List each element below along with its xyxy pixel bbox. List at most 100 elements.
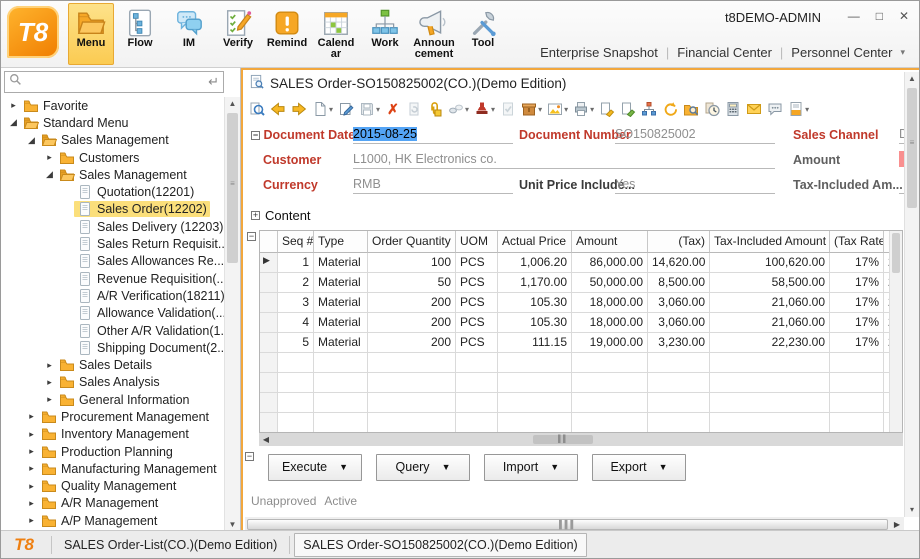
execute-button[interactable]: Execute▼ <box>268 454 362 481</box>
edit-icon[interactable] <box>336 98 356 120</box>
mail-icon[interactable] <box>744 98 764 120</box>
expand-icon[interactable]: + <box>251 211 260 220</box>
grid-cell[interactable]: 105.30 <box>498 313 572 333</box>
chevron-down-icon[interactable]: ▾ <box>538 105 542 114</box>
grid-cell[interactable]: 17% <box>830 273 884 293</box>
scrollbar-thumb[interactable]: ▌▌▌ <box>247 519 888 530</box>
grid-cell[interactable]: 100 <box>368 253 456 273</box>
tree-item[interactable]: Sales Delivery (12203) <box>1 218 224 235</box>
close-icon[interactable]: ✕ <box>899 9 909 23</box>
link-personnel-center[interactable]: Personnel Center <box>791 45 892 60</box>
print-icon[interactable]: ▾ <box>571 98 596 120</box>
top-menu-item-flow[interactable]: Flow <box>117 3 163 65</box>
tree-item[interactable]: Quotation(12201) <box>1 183 224 200</box>
grid-column-header[interactable]: Order Quantity <box>368 231 456 253</box>
tree-item[interactable]: ◢Sales Management <box>1 132 224 149</box>
save-icon[interactable]: ▾ <box>357 98 382 120</box>
top-menu-item-im[interactable]: IM <box>166 3 212 65</box>
scroll-down-icon[interactable]: ▾ <box>905 503 919 517</box>
grid-cell[interactable]: 4 <box>278 313 314 333</box>
grid-cell[interactable]: 50,000.00 <box>572 273 648 293</box>
tree-expander-icon[interactable]: ▸ <box>25 498 38 509</box>
chevron-down-icon[interactable]: ▾ <box>465 105 469 114</box>
tree-item[interactable]: Shipping Document(2... <box>1 339 224 356</box>
tree-item[interactable]: ▸Production Planning <box>1 443 224 460</box>
grid-cell[interactable]: 3,230.00 <box>648 333 710 353</box>
tree-expander-icon[interactable]: ▸ <box>43 360 56 371</box>
export-image-icon[interactable]: ▾ <box>545 98 570 120</box>
grid-cell[interactable]: PCS <box>456 313 498 333</box>
grid-cell[interactable]: 5 <box>278 333 314 353</box>
grid-cell[interactable]: 200 <box>368 293 456 313</box>
table-row[interactable]: 2Material50PCS1,170.0050,000.008,500.005… <box>260 273 889 293</box>
search-input[interactable] <box>26 75 204 89</box>
customer-field[interactable]: L1000, HK Electronics co. <box>353 152 775 169</box>
tree-item[interactable]: ◢Standard Menu <box>1 114 224 131</box>
grid-cell[interactable]: 105.30 <box>498 293 572 313</box>
document-vertical-scrollbar[interactable]: ▲ ≡ ▾ <box>904 72 919 517</box>
top-menu-item-announcement[interactable]: Announcement <box>411 3 457 65</box>
chevron-down-icon[interactable]: ▾ <box>329 105 333 114</box>
sync-icon[interactable] <box>660 98 680 120</box>
grid-cell[interactable]: 3,060.00 <box>648 313 710 333</box>
grid-cell[interactable]: 17% <box>830 333 884 353</box>
tree-item[interactable]: ▸Customers <box>1 149 224 166</box>
grid-cell[interactable]: Material <box>314 293 368 313</box>
grid-column-header[interactable]: Amount <box>572 231 648 253</box>
grid-cell[interactable]: Material <box>314 273 368 293</box>
share-icon[interactable]: ▾ <box>446 98 471 120</box>
table-row[interactable]: ▶1Material100PCS1,006.2086,000.0014,620.… <box>260 253 889 273</box>
table-row[interactable]: 3Material200PCS105.3018,000.003,060.0021… <box>260 293 889 313</box>
tree-expander-icon[interactable]: ▸ <box>25 411 38 422</box>
tree-item[interactable]: Sales Order(12202) <box>1 201 224 218</box>
new-document-icon[interactable]: ▾ <box>310 98 335 120</box>
grid-cell[interactable]: 14,620.00 <box>648 253 710 273</box>
grid-horizontal-scrollbar[interactable]: ◀ ▌▌ <box>259 433 903 446</box>
tree-expander-icon[interactable]: ▸ <box>43 152 56 163</box>
export-button[interactable]: Export▼ <box>592 454 686 481</box>
workflow-icon[interactable] <box>639 98 659 120</box>
grid-cell[interactable]: 21,060.00 <box>710 293 830 313</box>
chevron-down-icon[interactable]: ▼ <box>339 462 348 472</box>
grid-cell[interactable]: Material <box>314 333 368 353</box>
table-row[interactable]: 5Material200PCS111.1519,000.003,230.0022… <box>260 333 889 353</box>
chevron-down-icon[interactable]: ▼ <box>442 462 451 472</box>
forward-icon[interactable] <box>289 98 309 120</box>
enter-icon[interactable]: ↵ <box>208 74 219 90</box>
document-number-field[interactable]: SO150825002 <box>615 127 775 144</box>
chevron-down-icon[interactable]: ▾ <box>590 105 594 114</box>
grid-cell[interactable]: 58,500.00 <box>710 273 830 293</box>
chevron-down-icon[interactable]: ▼ <box>659 462 668 472</box>
currency-field[interactable]: RMB <box>353 177 513 194</box>
grid-cell[interactable]: 200 <box>368 333 456 353</box>
tree-item[interactable]: ▸Inventory Management <box>1 426 224 443</box>
chevron-down-icon[interactable]: ▾ <box>900 47 905 58</box>
tree-item[interactable]: ▸Procurement Management <box>1 408 224 425</box>
approve-stamp-icon[interactable]: ▾ <box>472 98 497 120</box>
top-menu-item-menu[interactable]: Menu <box>68 3 114 65</box>
report-icon[interactable]: ▾ <box>786 98 811 120</box>
grid-cell[interactable]: 17% <box>830 293 884 313</box>
tree-expander-icon[interactable]: ◢ <box>25 135 38 146</box>
chevron-down-icon[interactable]: ▾ <box>376 105 380 114</box>
grid-cell[interactable]: 1,170.00 <box>498 273 572 293</box>
tree-expander-icon[interactable]: ▸ <box>25 515 38 526</box>
search-folder-icon[interactable] <box>681 98 701 120</box>
tree-item[interactable]: Other A/R Validation(1... <box>1 322 224 339</box>
tree-item[interactable]: ▸Favorite <box>1 97 224 114</box>
grid-cell[interactable]: PCS <box>456 253 498 273</box>
tree-item[interactable]: Sales Allowances Re... <box>1 253 224 270</box>
scrollbar-thumb[interactable]: ▌▌ <box>533 435 593 444</box>
collapse-icon[interactable]: − <box>245 452 254 461</box>
chevron-down-icon[interactable]: ▼ <box>550 462 559 472</box>
grid-cell[interactable]: 3 <box>278 293 314 313</box>
tree-expander-icon[interactable]: ▸ <box>43 394 56 405</box>
tree-item[interactable]: ▸Sales Details <box>1 356 224 373</box>
grid-cell[interactable]: 19,000.00 <box>572 333 648 353</box>
grid-cell[interactable]: Material <box>314 313 368 333</box>
pull-doc-icon[interactable] <box>618 98 638 120</box>
tree-item[interactable]: ▸General Information <box>1 391 224 408</box>
grid-cell[interactable]: 100,620.00 <box>710 253 830 273</box>
top-menu-item-tool[interactable]: Tool <box>460 3 506 65</box>
grid-cell[interactable]: 18,000.00 <box>572 293 648 313</box>
